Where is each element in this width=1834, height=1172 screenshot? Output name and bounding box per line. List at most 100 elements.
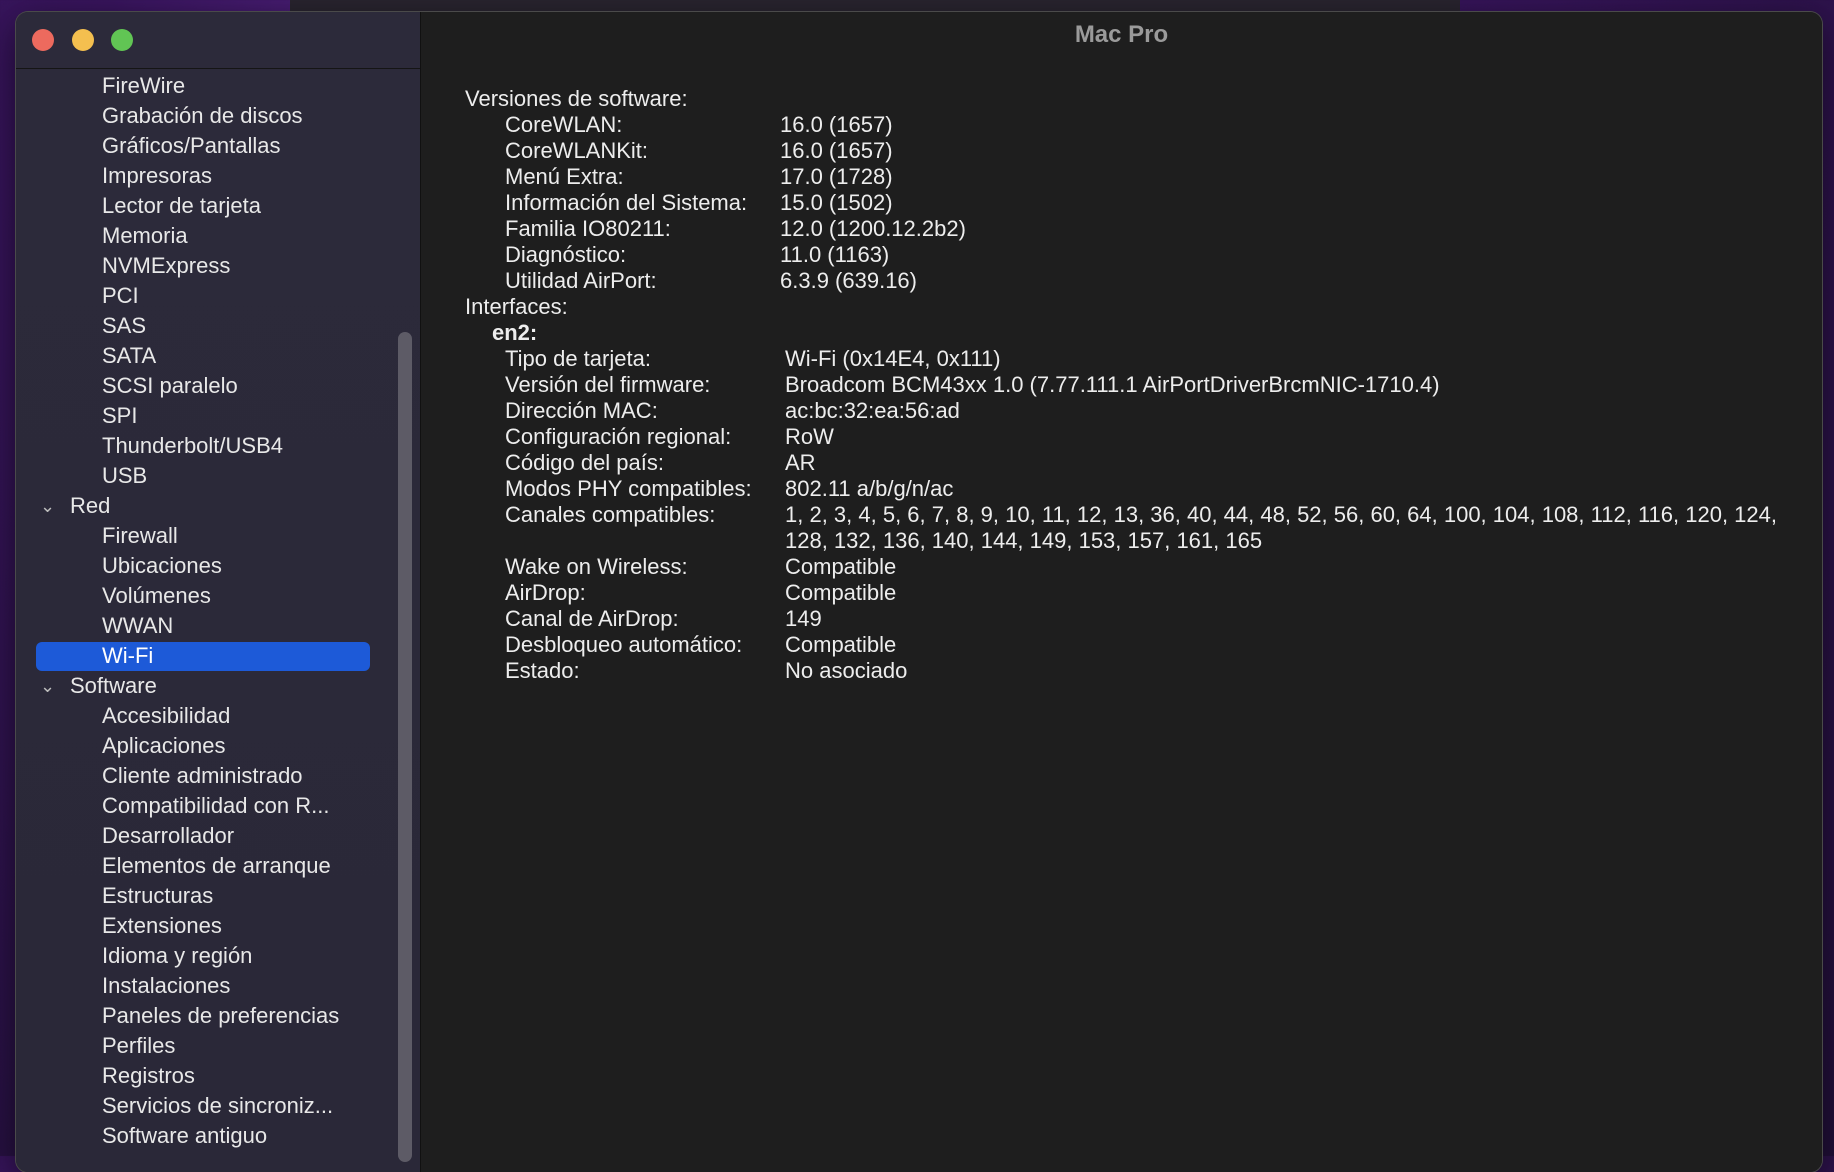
sidebar-item-label: USB (102, 463, 148, 488)
sidebar-item-label: Registros (102, 1063, 195, 1088)
zoom-button[interactable] (111, 29, 133, 51)
minimize-button[interactable] (72, 29, 94, 51)
sidebar-item[interactable]: SCSI paralelo (16, 371, 406, 401)
info-row: CoreWLANKit: 16.0 (1657) (465, 138, 1805, 164)
sidebar-item[interactable]: Aplicaciones (16, 731, 406, 761)
sidebar-item-label: Cliente administrado (102, 763, 303, 788)
sidebar-item-label: Accesibilidad (102, 703, 231, 728)
info-row: Menú Extra: 17.0 (1728) (465, 164, 1805, 190)
sidebar-item[interactable]: Software antiguo (16, 1121, 406, 1151)
sidebar-item-label: Compatibilidad con R... (102, 793, 330, 818)
info-label: Información del Sistema: (505, 190, 748, 215)
sidebar-group[interactable]: ⌄ Software (16, 671, 406, 701)
info-value: ac:bc:32:ea:56:ad (785, 398, 960, 423)
sidebar-item-label: SATA (102, 343, 157, 368)
info-value: 16.0 (1657) (780, 112, 893, 137)
info-row: Utilidad AirPort: 6.3.9 (639.16) (465, 268, 1805, 294)
sidebar-item[interactable]: PCI (16, 281, 406, 311)
sidebar-item-label: Idioma y región (102, 943, 253, 968)
sidebar-item[interactable]: Extensiones (16, 911, 406, 941)
chevron-down-icon[interactable]: ⌄ (40, 671, 60, 701)
sidebar-item[interactable]: Perfiles (16, 1031, 406, 1061)
sidebar-item[interactable]: Servicios de sincroniz... (16, 1091, 406, 1121)
info-row: Información del Sistema: 15.0 (1502) (465, 190, 1805, 216)
sidebar-item[interactable]: Memoria (16, 221, 406, 251)
info-value: Compatible (785, 554, 897, 579)
info-value: AR (785, 450, 816, 475)
sidebar-item[interactable]: Elementos de arranque (16, 851, 406, 881)
sidebar-item[interactable]: Idioma y región (16, 941, 406, 971)
sidebar-item-label: NVMExpress (102, 253, 231, 278)
sidebar-item-label: Firewall (102, 523, 178, 548)
sidebar-item-label: Impresoras (102, 163, 213, 188)
sidebar-list: FireWire Grabación de discos Gráficos/Pant… (16, 71, 406, 1151)
sidebar-item[interactable]: Registros (16, 1061, 406, 1091)
info-row: Canal de AirDrop: 149 (465, 606, 1805, 632)
info-row: Versión del firmware: Broadcom BCM43xx 1.… (465, 372, 1805, 398)
sidebar-item-label: Lector de tarjeta (102, 193, 261, 218)
sidebar-item[interactable]: Firewall (16, 521, 406, 551)
info-value: Broadcom BCM43xx 1.0 (7.77.111.1 AirPort… (785, 372, 1440, 397)
sidebar-item[interactable]: USB (16, 461, 406, 491)
info-row: Estado: No asociado (465, 658, 1805, 684)
sidebar-item[interactable]: Volúmenes (16, 581, 406, 611)
info-label: Versión del firmware: (505, 372, 711, 397)
info-row: AirDrop: Compatible (465, 580, 1805, 606)
sidebar-item[interactable]: Estructuras (16, 881, 406, 911)
info-label: CoreWLAN: (505, 112, 623, 137)
sidebar-item-label: Estructuras (102, 883, 214, 908)
sidebar-item[interactable]: Compatibilidad con R... (16, 791, 406, 821)
info-label: Canal de AirDrop: (505, 606, 679, 631)
sidebar-item[interactable]: Impresoras (16, 161, 406, 191)
info-row: Familia IO80211: 12.0 (1200.12.2b2) (465, 216, 1805, 242)
sidebar-item-label: Paneles de preferencias (102, 1003, 340, 1028)
sidebar-item[interactable]: SAS (16, 311, 406, 341)
sidebar-item[interactable]: SPI (16, 401, 406, 431)
interface-name: en2: (492, 320, 538, 345)
info-row: Wake on Wireless: Compatible (465, 554, 1805, 580)
info-value: Compatible (785, 580, 897, 605)
sidebar-item-label: Perfiles (102, 1033, 176, 1058)
sidebar-item[interactable]: Lector de tarjeta (16, 191, 406, 221)
sidebar-item-label: Red (70, 493, 111, 518)
sidebar-item-label: WWAN (102, 613, 174, 638)
info-row: Dirección MAC: ac:bc:32:ea:56:ad (465, 398, 1805, 424)
sidebar-item-label: SCSI paralelo (102, 373, 238, 398)
info-label: Canales compatibles: (505, 502, 716, 527)
sidebar-item-label: Ubicaciones (102, 553, 222, 578)
sidebar-item[interactable]: Thunderbolt/USB4 (16, 431, 406, 461)
sidebar-group[interactable]: ⌄ Red (16, 491, 406, 521)
info-value: 16.0 (1657) (780, 138, 893, 163)
sidebar-item[interactable]: Cliente administrado (16, 761, 406, 791)
sidebar-item[interactable]: Gráficos/Pantallas (16, 131, 406, 161)
sidebar-item[interactable]: WWAN (16, 611, 406, 641)
sidebar-item[interactable]: NVMExpress (16, 251, 406, 281)
sidebar-item[interactable]: Accesibilidad (16, 701, 406, 731)
sidebar-item-label: Servicios de sincroniz... (102, 1093, 334, 1118)
sidebar-item-label: SPI (102, 403, 138, 428)
info-value: 12.0 (1200.12.2b2) (780, 216, 966, 241)
sidebar-item[interactable]: Desarrollador (16, 821, 406, 851)
sidebar-item[interactable]: SATA (16, 341, 406, 371)
info-label: Utilidad AirPort: (505, 268, 657, 293)
sidebar-item-label: Memoria (102, 223, 188, 248)
sidebar-item[interactable]: Wi-Fi (16, 641, 406, 671)
info-label: Código del país: (505, 450, 664, 475)
info-value: 11.0 (1163) (780, 242, 890, 267)
sidebar-item-label: Wi-Fi (102, 643, 154, 668)
info-label: Familia IO80211: (505, 216, 671, 241)
chevron-down-icon[interactable]: ⌄ (40, 491, 60, 521)
sidebar-item-label: Grabación de discos (102, 103, 303, 128)
sidebar-item[interactable]: Ubicaciones (16, 551, 406, 581)
info-row: CoreWLAN: 16.0 (1657) (465, 112, 1805, 138)
wifi-details: Versiones de software: CoreWLAN: 16.0 (16… (465, 86, 1805, 684)
sidebar-item[interactable]: Instalaciones (16, 971, 406, 1001)
info-label: Dirección MAC: (505, 398, 658, 423)
sidebar-item[interactable]: Paneles de preferencias (16, 1001, 406, 1031)
sidebar-item[interactable]: Grabación de discos (16, 101, 406, 131)
close-button[interactable] (32, 29, 54, 51)
software-versions-list: CoreWLAN: 16.0 (1657) CoreWLANKit: 16.0 (16… (465, 112, 1805, 294)
info-row: Configuración regional: RoW (465, 424, 1805, 450)
sidebar-scrollbar[interactable] (398, 332, 412, 1162)
sidebar-item[interactable]: FireWire (16, 71, 406, 101)
